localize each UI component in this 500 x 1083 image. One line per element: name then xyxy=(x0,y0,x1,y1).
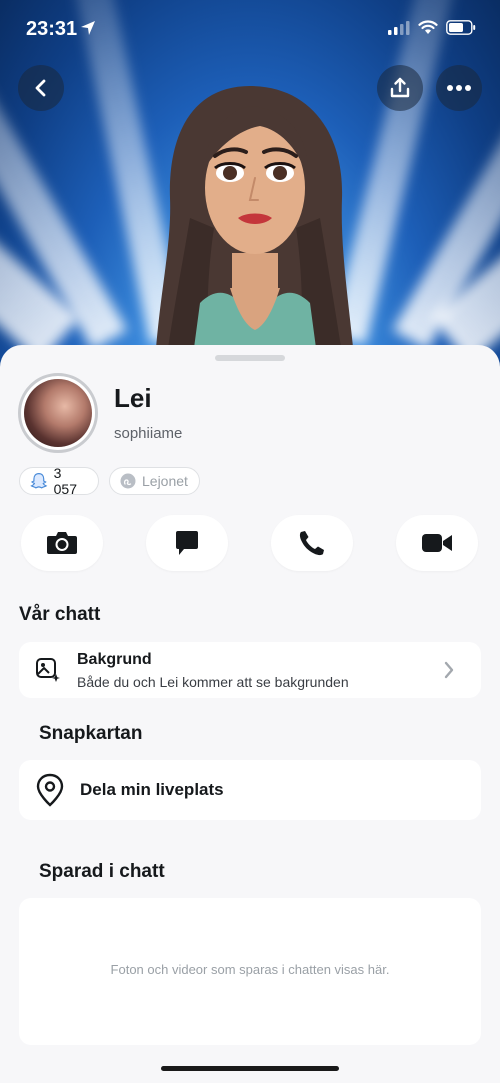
camera-button[interactable] xyxy=(21,515,103,571)
call-button[interactable] xyxy=(271,515,353,571)
back-button[interactable] xyxy=(18,65,64,111)
location-arrow-icon xyxy=(80,20,96,41)
video-camera-icon xyxy=(422,534,452,552)
profile-name: Lei xyxy=(114,383,152,413)
snap-map-heading: Snapkartan xyxy=(39,723,143,744)
zodiac-chip[interactable]: Lejonet xyxy=(109,467,200,495)
share-button[interactable] xyxy=(377,65,423,111)
location-pin-icon xyxy=(35,773,65,812)
saved-media-panel: Foton och videor som sparas i chatten vi… xyxy=(19,898,481,1045)
wifi-icon xyxy=(418,20,438,40)
status-time: 23:31 xyxy=(26,18,78,40)
wallpaper-icon xyxy=(35,657,61,688)
chevron-left-icon xyxy=(35,79,46,97)
status-bar: 23:31 xyxy=(0,16,500,44)
profile-sheet: Lei sophiiame 3 057 Lejonet Vår chatt Ba… xyxy=(0,345,500,1083)
home-indicator[interactable] xyxy=(161,1066,339,1071)
phone-icon xyxy=(299,531,324,556)
profile-banner: 23:31 xyxy=(0,0,500,380)
chat-background-row[interactable]: Bakgrund Både du och Lei kommer att se b… xyxy=(19,642,481,698)
chat-button[interactable] xyxy=(146,515,228,571)
signal-icon xyxy=(388,20,410,40)
share-icon xyxy=(390,77,410,98)
camera-icon xyxy=(47,532,77,554)
leo-zodiac-icon xyxy=(120,473,136,489)
battery-icon xyxy=(446,20,476,40)
zodiac-label: Lejonet xyxy=(142,473,188,489)
share-live-location-label: Dela min liveplats xyxy=(80,780,224,799)
snap-score-chip[interactable]: 3 057 xyxy=(19,465,99,497)
more-options-button[interactable] xyxy=(436,65,482,111)
profile-avatar[interactable] xyxy=(18,373,98,453)
ghost-icon xyxy=(30,473,48,489)
snap-score-value: 3 057 xyxy=(53,465,77,497)
more-dots-icon xyxy=(447,85,471,91)
sheet-grabber[interactable] xyxy=(215,355,285,361)
chat-icon xyxy=(176,531,198,555)
avatar-photo xyxy=(24,379,92,447)
profile-username: sophiiame xyxy=(114,425,183,442)
bitmoji-avatar xyxy=(154,86,356,378)
share-live-location-row[interactable]: Dela min liveplats xyxy=(19,760,481,820)
chevron-right-icon xyxy=(443,660,455,685)
our-chat-heading: Vår chatt xyxy=(19,604,101,625)
saved-in-chat-heading: Sparad i chatt xyxy=(39,861,165,882)
background-subtitle: Både du och Lei kommer att se bakgrunden xyxy=(77,674,349,690)
background-title: Bakgrund xyxy=(77,651,152,668)
saved-empty-message: Foton och videor som sparas i chatten vi… xyxy=(110,962,390,977)
video-call-button[interactable] xyxy=(396,515,478,571)
